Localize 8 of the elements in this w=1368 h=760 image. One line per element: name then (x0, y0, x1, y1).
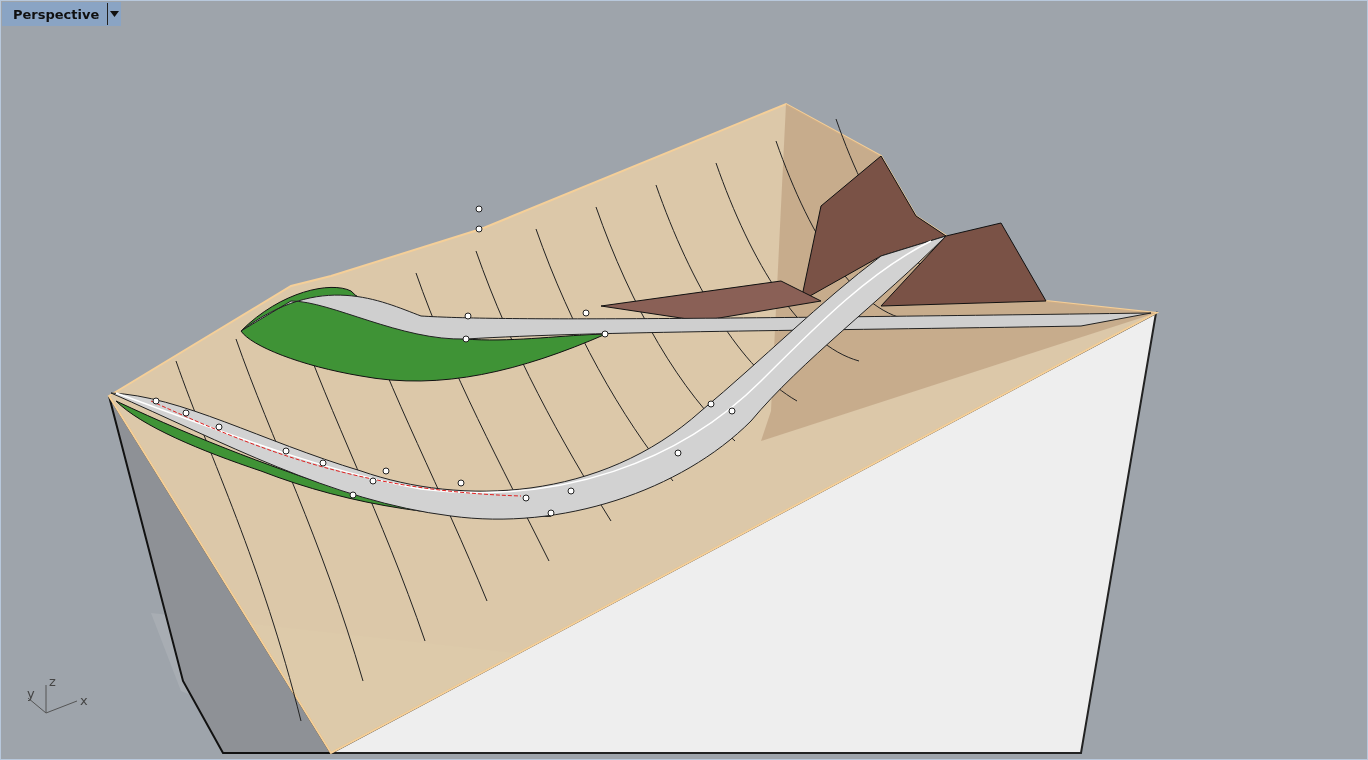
viewport-tab[interactable]: Perspective (2, 2, 122, 26)
axis-label: x (80, 693, 88, 708)
viewport-menu-button[interactable] (107, 3, 122, 25)
axis-label: y (27, 686, 35, 701)
viewport-title: Perspective (12, 6, 101, 22)
axis-label: z (49, 674, 56, 689)
axis-icon (27, 684, 78, 714)
caret-icon (110, 11, 120, 17)
